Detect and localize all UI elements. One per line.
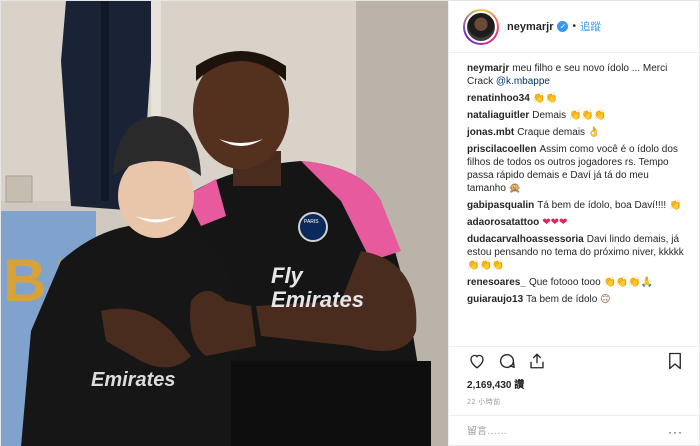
comment-username[interactable]: dudacarvalhoassessoria: [467, 234, 584, 245]
comment-text: Ta bem de ídolo: [526, 294, 601, 305]
comment-username[interactable]: adaorosatattoo: [467, 217, 539, 228]
heart-emoji-icon: ❤: [542, 217, 551, 228]
share-upload-icon[interactable]: [525, 349, 549, 373]
verified-badge-icon: ✓: [557, 21, 569, 32]
comment-username[interactable]: renesoares_: [467, 277, 526, 288]
emoji-icon: 👌: [587, 127, 601, 138]
emoji-icon: 👏: [581, 110, 594, 121]
emoji-icon: 👏: [593, 110, 607, 121]
emoji-icon: 👏: [545, 93, 558, 104]
post-header: neymarjr ✓ • 追蹤: [449, 1, 699, 53]
emoji-icon: 👏: [467, 260, 480, 271]
emoji-icon: 👏: [628, 277, 641, 288]
crest-text: PARIS: [304, 219, 319, 225]
emoji-icon: 👏: [668, 200, 682, 211]
heart-outline-icon[interactable]: [465, 349, 489, 373]
add-comment-bar: ···: [449, 415, 699, 446]
comment-row: jonas.mbt Craque demais 👌: [467, 126, 687, 139]
emoji-icon: 👏: [615, 277, 629, 288]
photo-illustration: BJ PARIS Fly Emirates Emirates: [1, 1, 448, 446]
emoji-icon: 🙏: [640, 277, 654, 288]
emoji-icon: 👏: [532, 93, 546, 104]
follow-button[interactable]: 追蹤: [580, 19, 601, 34]
comment-row: guiaraujo13 Ta bem de ídolo 🙃: [467, 293, 687, 306]
child-shirt-sponsor: Emirates: [91, 369, 176, 391]
post-timestamp: 22 小時前: [467, 399, 501, 406]
comment-username[interactable]: renatinhoo34: [467, 93, 530, 104]
comment-row: adaorosatattoo ❤❤❤: [467, 216, 687, 229]
header-separator: •: [572, 21, 576, 32]
caption-mention-link[interactable]: @k.mbappe: [496, 76, 550, 87]
comment-username[interactable]: gabipasqualin: [467, 200, 534, 211]
heart-emoji-icon: ❤: [559, 217, 568, 228]
comment-input[interactable]: [467, 426, 657, 437]
comment-username[interactable]: guiaraujo13: [467, 294, 523, 305]
emoji-icon: 🙃: [600, 294, 611, 305]
bookmark-icon[interactable]: [663, 349, 687, 373]
comment-row: renatinhoo34 👏👏: [467, 92, 687, 105]
emoji-icon: 👏: [568, 110, 582, 121]
chest-sponsor-line2: Emirates: [271, 287, 364, 312]
emoji-icon: 👏: [479, 260, 492, 271]
emoji-icon: 👏: [491, 260, 505, 271]
speech-bubble-icon[interactable]: [495, 349, 519, 373]
comment-text: Demais: [532, 110, 569, 121]
comment-username[interactable]: priscilacoellen: [467, 144, 536, 155]
comments-list[interactable]: neymarjr meu filho e seu novo ídolo ... M…: [449, 53, 699, 346]
comment-username[interactable]: jonas.mbt: [467, 127, 514, 138]
instagram-post: BJ PARIS Fly Emirates Emirates neymarjr …: [0, 0, 700, 446]
post-sidebar: neymarjr ✓ • 追蹤 neymarjr meu filho e seu …: [448, 1, 699, 446]
comment-row: priscilacoellen Assim como você é o ídolo…: [467, 143, 687, 195]
comment-row: renesoares_ Que fotooo tooo 👏👏👏🙏: [467, 276, 687, 289]
likes-count[interactable]: 2,169,430 讚: [449, 374, 699, 391]
comment-row: gabipasqualin Tá bem de ídolo, boa Daví!!…: [467, 199, 687, 212]
more-options-icon[interactable]: ···: [668, 425, 683, 439]
comment-row: dudacarvalhoassessoria Davi lindo demais,…: [467, 233, 687, 272]
comment-username[interactable]: nataliaguitler: [467, 110, 529, 121]
author-username[interactable]: neymarjr: [507, 21, 553, 33]
post-photo[interactable]: BJ PARIS Fly Emirates Emirates: [1, 1, 448, 446]
caption-username[interactable]: neymarjr: [467, 63, 509, 74]
comment-text: Craque demais: [517, 127, 588, 138]
action-bar: [449, 346, 699, 374]
emoji-icon: 🙊: [508, 183, 522, 194]
heart-emoji-icon: ❤: [550, 217, 560, 228]
emoji-icon: 👏: [603, 277, 616, 288]
caption: neymarjr meu filho e seu novo ídolo ... M…: [467, 62, 687, 88]
comment-row: nataliaguitler Demais 👏👏👏: [467, 109, 687, 122]
chest-sponsor-line1: Fly: [271, 263, 305, 288]
comment-text: Que fotooo tooo: [528, 277, 604, 288]
comment-text: Tá bem de ídolo, boa Daví!!!!: [537, 200, 669, 211]
avatar[interactable]: [465, 10, 497, 43]
avatar-story-ring[interactable]: [463, 8, 499, 45]
